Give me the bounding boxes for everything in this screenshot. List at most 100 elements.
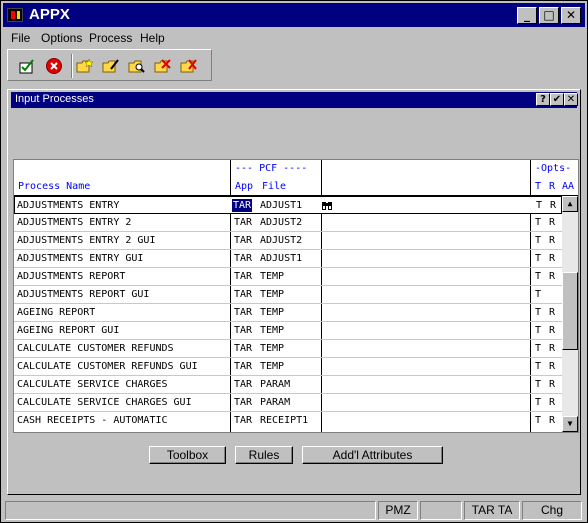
cell-opt-t[interactable]: T [535,343,541,354]
table-row[interactable]: CALCULATE SERVICE CHARGES GUI TAR PARAM … [14,394,562,412]
cell-file[interactable]: TEMP [260,325,284,336]
cell-opt-t[interactable]: T [535,415,541,426]
cell-opt-r[interactable]: R [549,217,555,228]
cancel-icon[interactable] [45,57,63,75]
addl-attributes-button[interactable]: Add'l Attributes [302,446,443,464]
folder-edit-icon[interactable] [102,57,120,75]
cell-app[interactable]: TAR [234,271,252,282]
menu-help[interactable]: Help [140,31,165,45]
table-row[interactable]: AGEING REPORT TAR TEMP T R [14,304,562,322]
rules-button[interactable]: Rules [235,446,293,464]
table-row[interactable]: CALCULATE CUSTOMER REFUNDS GUI TAR TEMP … [14,358,562,376]
cell-opt-r[interactable]: R [549,343,555,354]
cell-opt-r[interactable]: R [549,253,555,264]
folder-search-icon[interactable] [128,57,146,75]
scroll-thumb[interactable] [562,272,578,350]
cell-opt-t[interactable]: T [536,200,542,211]
cell-process-name[interactable]: CALCULATE CUSTOMER REFUNDS [17,343,174,354]
close-button[interactable]: ✕ [561,7,581,24]
cell-app[interactable]: TAR [234,361,252,372]
cell-process-name[interactable]: CALCULATE CUSTOMER REFUNDS GUI [17,361,198,372]
scroll-up-arrow-icon[interactable]: ▲ [562,196,578,212]
cell-opt-r[interactable]: R [549,307,555,318]
cell-process-name[interactable]: ADJUSTMENTS ENTRY GUI [17,253,143,264]
cell-file[interactable]: TEMP [260,271,284,282]
table-row[interactable]: CASH RECEIPTS - AUTOMATIC TAR RECEIPT1 T… [14,412,562,430]
table-row[interactable]: ADJUSTMENTS REPORT TAR TEMP T R [14,268,562,286]
table-row[interactable]: CALCULATE SERVICE CHARGES TAR PARAM T R [14,376,562,394]
cell-opt-t[interactable]: T [535,271,541,282]
cell-file[interactable]: TEMP [260,289,284,300]
cell-file[interactable]: ADJUST2 [260,217,302,228]
cell-app[interactable]: TAR [234,325,252,336]
cell-process-name[interactable]: ADJUSTMENTS REPORT GUI [17,289,149,300]
cell-file[interactable]: PARAM [260,379,290,390]
menu-file[interactable]: File [11,31,30,45]
cell-opt-t[interactable]: T [535,235,541,246]
cell-process-name[interactable]: ADJUSTMENTS REPORT [17,271,125,282]
cell-app[interactable]: TAR [234,235,252,246]
cell-opt-t[interactable]: T [535,397,541,408]
table-row[interactable]: AGEING REPORT GUI TAR TEMP T R [14,322,562,340]
cell-app[interactable]: TAR [234,307,252,318]
cell-opt-r[interactable]: R [549,361,555,372]
cell-process-name[interactable]: CALCULATE SERVICE CHARGES [17,379,168,390]
menu-process[interactable]: Process [89,31,132,45]
folder-check-icon[interactable] [180,57,198,75]
cell-opt-t[interactable]: T [535,379,541,390]
cell-opt-t[interactable]: T [535,289,541,300]
cell-file[interactable]: ADJUST1 [260,200,302,211]
cell-opt-t[interactable]: T [535,307,541,318]
cell-file[interactable]: TEMP [260,307,284,318]
cell-process-name[interactable]: AGEING REPORT GUI [17,325,119,336]
cell-process-name[interactable]: ADJUSTMENTS ENTRY [17,200,119,211]
cell-opt-r[interactable]: R [549,235,555,246]
lookup-binoculars-icon[interactable] [321,199,333,211]
toolbox-button[interactable]: Toolbox [149,446,226,464]
cell-file[interactable]: ADJUST2 [260,235,302,246]
table-row[interactable]: ADJUSTMENTS ENTRY TAR ADJUST1 T R [14,196,562,214]
cell-file[interactable]: TEMP [260,343,284,354]
cell-app[interactable]: TAR [234,343,252,354]
help-button[interactable]: ? [536,93,550,106]
cell-app[interactable]: TAR [234,379,252,390]
folder-delete-icon[interactable] [154,57,172,75]
cell-app[interactable]: TAR [234,253,252,264]
cell-opt-r[interactable]: R [549,379,555,390]
cell-file[interactable]: ADJUST1 [260,253,302,264]
cell-app[interactable]: TAR [234,415,252,426]
cell-opt-t[interactable]: T [535,361,541,372]
folder-new-icon[interactable] [76,57,94,75]
cell-opt-t[interactable]: T [535,325,541,336]
cell-process-name[interactable]: AGEING REPORT [17,307,95,318]
vertical-scrollbar[interactable]: ▲ ▼ [562,196,578,432]
cell-app[interactable]: TAR [232,199,253,212]
table-row[interactable]: ADJUSTMENTS ENTRY GUI TAR ADJUST1 T R [14,250,562,268]
cell-opt-t[interactable]: T [535,253,541,264]
table-row[interactable]: CALCULATE CUSTOMER REFUNDS TAR TEMP T R [14,340,562,358]
cell-process-name[interactable]: CASH RECEIPTS - AUTOMATIC [17,415,168,426]
checkmark-icon[interactable] [18,57,36,75]
cell-file[interactable]: TEMP [260,361,284,372]
cell-process-name[interactable]: ADJUSTMENTS ENTRY 2 GUI [17,235,155,246]
cell-process-name[interactable]: CALCULATE SERVICE CHARGES GUI [17,397,192,408]
cell-opt-r[interactable]: R [549,415,555,426]
minimize-button[interactable]: _ [517,7,537,24]
maximize-button[interactable]: □ [539,7,559,24]
table-row[interactable]: ADJUSTMENTS REPORT GUI TAR TEMP T [14,286,562,304]
cell-opt-r[interactable]: R [549,397,555,408]
cell-app[interactable]: TAR [234,289,252,300]
cell-opt-r[interactable]: R [550,200,556,211]
cell-file[interactable]: RECEIPT1 [260,415,308,426]
table-row[interactable]: ADJUSTMENTS ENTRY 2 TAR ADJUST2 T R [14,214,562,232]
cell-file[interactable]: PARAM [260,397,290,408]
menu-options[interactable]: Options [41,31,82,45]
dialog-close-button[interactable]: ✕ [564,93,578,106]
cell-opt-r[interactable]: R [549,325,555,336]
table-row[interactable]: ADJUSTMENTS ENTRY 2 GUI TAR ADJUST2 T R [14,232,562,250]
cell-app[interactable]: TAR [234,217,252,228]
cell-process-name[interactable]: ADJUSTMENTS ENTRY 2 [17,217,131,228]
cell-opt-t[interactable]: T [535,217,541,228]
cell-app[interactable]: TAR [234,397,252,408]
ok-check-button[interactable]: ✔ [550,93,564,106]
